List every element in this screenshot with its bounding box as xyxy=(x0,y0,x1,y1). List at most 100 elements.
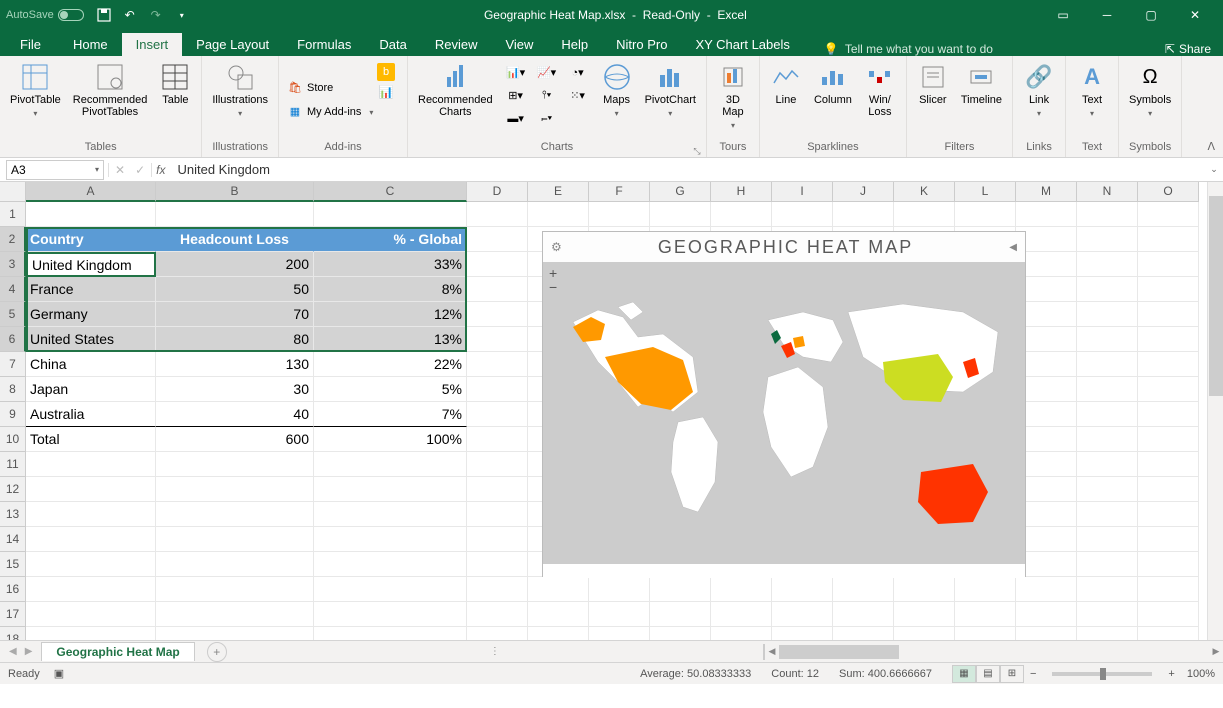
cell[interactable] xyxy=(467,477,528,502)
vertical-scrollbar[interactable] xyxy=(1207,182,1223,640)
close-button[interactable]: ✕ xyxy=(1173,0,1217,30)
cell[interactable] xyxy=(1077,302,1138,327)
cell[interactable] xyxy=(1077,202,1138,227)
cell[interactable] xyxy=(314,452,467,477)
cell[interactable] xyxy=(833,577,894,602)
undo-icon[interactable]: ↶ xyxy=(122,7,138,23)
cell[interactable] xyxy=(528,602,589,627)
maps-button[interactable]: Maps▾ xyxy=(595,59,639,122)
cell[interactable] xyxy=(1138,477,1199,502)
row-header-2[interactable]: 2 xyxy=(0,227,26,252)
cell[interactable] xyxy=(772,202,833,227)
autosave-toggle[interactable]: AutoSave xyxy=(6,9,84,21)
cell[interactable] xyxy=(1077,377,1138,402)
cell[interactable] xyxy=(314,202,467,227)
cell[interactable] xyxy=(955,602,1016,627)
zoom-handle[interactable] xyxy=(1100,668,1106,680)
cell[interactable]: 70 xyxy=(156,302,314,327)
save-icon[interactable] xyxy=(96,7,112,23)
vscroll-thumb[interactable] xyxy=(1209,196,1223,396)
illustrations-button[interactable]: Illustrations▾ xyxy=(206,59,274,122)
tab-formulas[interactable]: Formulas xyxy=(283,33,365,56)
cell[interactable]: 200 xyxy=(156,252,314,277)
pie-chart-icon[interactable]: ◔▾ xyxy=(563,61,593,83)
cell[interactable] xyxy=(1077,277,1138,302)
cell[interactable] xyxy=(467,202,528,227)
cell[interactable] xyxy=(467,302,528,327)
combo-chart-icon[interactable]: ⫭▾ xyxy=(532,107,562,129)
store-button[interactable]: 🛍Store xyxy=(283,77,337,99)
cell[interactable] xyxy=(833,602,894,627)
new-sheet-button[interactable]: + xyxy=(207,642,227,662)
chart-object[interactable]: ⚙ GEOGRAPHIC HEAT MAP ◀ + − xyxy=(542,231,1026,577)
col-header-D[interactable]: D xyxy=(467,182,528,202)
cell[interactable] xyxy=(314,477,467,502)
table-button[interactable]: Table xyxy=(153,59,197,108)
cell[interactable] xyxy=(894,627,955,640)
cell[interactable] xyxy=(528,202,589,227)
row-header-3[interactable]: 3 xyxy=(0,252,26,277)
cell[interactable] xyxy=(955,202,1016,227)
cell[interactable] xyxy=(1138,252,1199,277)
timeline-button[interactable]: Timeline xyxy=(955,59,1008,108)
cell[interactable] xyxy=(26,477,156,502)
cell[interactable] xyxy=(26,527,156,552)
cell[interactable] xyxy=(1138,402,1199,427)
enter-formula-icon[interactable]: ✓ xyxy=(135,163,145,177)
cell[interactable]: Headcount Loss xyxy=(156,227,314,252)
bing-maps-icon[interactable]: b xyxy=(377,63,395,81)
cell[interactable] xyxy=(711,627,772,640)
cell[interactable] xyxy=(650,602,711,627)
tell-me-search[interactable]: 💡 Tell me what you want to do xyxy=(824,42,993,56)
macro-record-icon[interactable]: ▣ xyxy=(54,667,64,680)
hscroll-left-icon[interactable]: ◀ xyxy=(765,645,779,659)
row-header-17[interactable]: 17 xyxy=(0,602,26,627)
cell[interactable] xyxy=(314,627,467,640)
sparkline-column-button[interactable]: Column xyxy=(808,59,858,108)
cell[interactable] xyxy=(1077,452,1138,477)
col-header-O[interactable]: O xyxy=(1138,182,1199,202)
cell[interactable] xyxy=(467,552,528,577)
cell[interactable] xyxy=(1138,302,1199,327)
cell[interactable] xyxy=(1138,577,1199,602)
col-header-K[interactable]: K xyxy=(894,182,955,202)
cell[interactable] xyxy=(156,577,314,602)
tab-file[interactable]: File xyxy=(2,33,59,56)
charts-dialog-launcher[interactable]: ⤡ xyxy=(692,144,702,154)
cell[interactable] xyxy=(314,552,467,577)
cell[interactable] xyxy=(314,502,467,527)
cell[interactable] xyxy=(1077,227,1138,252)
cell[interactable]: 7% xyxy=(314,402,467,427)
cell[interactable] xyxy=(26,452,156,477)
cell[interactable] xyxy=(1138,427,1199,452)
scatter-chart-icon[interactable]: ⁙▾ xyxy=(563,84,593,106)
cell[interactable]: 30 xyxy=(156,377,314,402)
cell[interactable] xyxy=(1077,552,1138,577)
cell[interactable] xyxy=(467,277,528,302)
cell[interactable]: United States xyxy=(26,327,156,352)
tab-insert[interactable]: Insert xyxy=(122,33,183,56)
cell[interactable] xyxy=(1077,252,1138,277)
col-header-A[interactable]: A xyxy=(26,182,156,202)
row-header-13[interactable]: 13 xyxy=(0,502,26,527)
cell[interactable]: 22% xyxy=(314,352,467,377)
cell[interactable] xyxy=(314,602,467,627)
cell[interactable]: Country xyxy=(26,227,156,252)
row-header-18[interactable]: 18 xyxy=(0,627,26,640)
cell[interactable] xyxy=(589,627,650,640)
cell[interactable] xyxy=(650,577,711,602)
row-header-7[interactable]: 7 xyxy=(0,352,26,377)
cell[interactable] xyxy=(955,627,1016,640)
cell[interactable] xyxy=(156,602,314,627)
cell[interactable] xyxy=(1138,327,1199,352)
cell[interactable] xyxy=(772,577,833,602)
cell[interactable] xyxy=(1016,602,1077,627)
cell[interactable] xyxy=(314,527,467,552)
slicer-button[interactable]: Slicer xyxy=(911,59,955,108)
cell[interactable]: 33% xyxy=(314,252,467,277)
col-header-M[interactable]: M xyxy=(1016,182,1077,202)
cell[interactable] xyxy=(26,627,156,640)
cell[interactable]: Australia xyxy=(26,402,156,427)
cell[interactable]: % - Global xyxy=(314,227,467,252)
cell[interactable] xyxy=(528,577,589,602)
